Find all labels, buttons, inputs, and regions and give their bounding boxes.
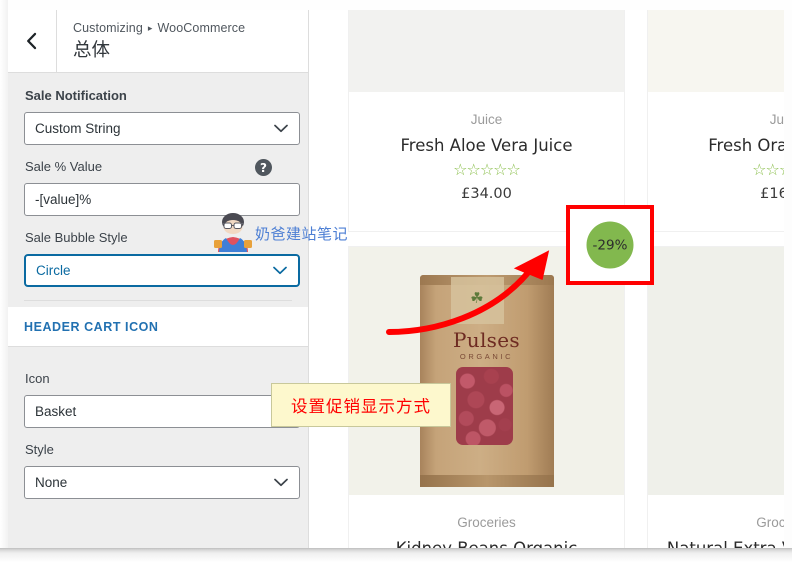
product-price: £34.00 [461,186,512,202]
chevron-left-icon [27,32,37,50]
product-category[interactable]: Juice [359,110,614,129]
product-category[interactable]: Groceries [658,513,784,532]
product-info: Juice Fresh Orange Juice ☆☆☆☆☆ £16.00 [648,92,784,231]
product-info: Groceries Kidney Beans Organic [349,495,624,548]
product-card[interactable]: OV MONO Groceries Natural Extra Virgin O… [647,246,784,548]
breadcrumb-separator-icon: ▸ [147,23,153,33]
breadcrumb-root: Customizing [73,21,143,35]
section-product-catalog: Sale Notification Custom String Sale % V… [8,73,308,307]
product-card[interactable]: Juice Fresh Orange Juice ☆☆☆☆☆ £16.00 [647,10,784,232]
chevron-down-icon [274,467,288,498]
product-name[interactable]: Natural Extra Virgin Olive Oil [658,536,784,548]
sale-badge: -29% [586,221,634,269]
product-category[interactable]: Groceries [359,513,614,532]
select-icon-value: Basket [35,404,77,419]
annotation-arrow-icon [386,250,550,335]
back-button[interactable] [8,10,57,72]
select-style-value: None [35,475,68,490]
select-sale-notification[interactable]: Custom String [24,112,300,145]
select-sale-notification-value: Custom String [35,121,121,136]
select-icon[interactable]: Basket [24,395,300,428]
product-info: Groceries Natural Extra Virgin Olive Oil [648,495,784,548]
avatar-icon [214,213,252,252]
breadcrumb: Customizing ▸ WooCommerce [73,19,308,37]
select-style[interactable]: None [24,466,300,499]
product-name[interactable]: Fresh Aloe Vera Juice [359,133,614,159]
section-header-cart-icon[interactable]: HEADER CART ICON [8,307,308,347]
product-name[interactable]: Fresh Orange Juice [658,133,784,159]
label-sale-percent-value: Sale % Value [25,159,103,174]
section-divider [24,300,292,301]
product-category[interactable]: Juice [658,110,784,129]
window-frame-left [0,0,8,562]
watermark-text: 奶爸建站笔记 [255,224,349,243]
panel-title-group: Customizing ▸ WooCommerce 总体 [57,10,308,72]
label-icon: Icon [25,371,50,386]
watermark: 奶爸建站笔记 [213,212,348,254]
select-sale-bubble-style-value: Circle [36,263,71,278]
sale-badge-highlight-box: -29% [566,205,654,285]
window-frame-top [0,0,792,10]
chevron-down-icon [273,256,287,285]
field-sale-percent-value: Sale % Value ? -[value]% [24,158,300,216]
field-sale-notification: Sale Notification Custom String [24,87,300,145]
app-screenshot: Customizing ▸ WooCommerce 总体 Sale Notifica… [0,0,792,562]
product-price: £16.00 [760,186,784,202]
bag-window-beans [455,367,513,445]
annotation-note: 设置促销显示方式 [271,383,451,427]
field-icon: Icon Basket [24,370,300,428]
page-title: 总体 [73,40,111,61]
customizer-sidebar: Customizing ▸ WooCommerce 总体 Sale Notifica… [8,10,309,552]
customizer-panel-header: Customizing ▸ WooCommerce 总体 [8,10,308,73]
product-row: Juice Fresh Aloe Vera Juice ☆☆☆☆☆ £34.00… [309,10,784,232]
product-image-juice-bottle [648,10,784,92]
field-style: Style None [24,441,300,499]
label-style: Style [25,442,54,457]
product-card[interactable]: Juice Fresh Aloe Vera Juice ☆☆☆☆☆ £34.00 [348,10,625,232]
help-icon[interactable]: ? [255,159,272,176]
product-rating-stars: ☆☆☆☆☆ [453,162,521,179]
input-sale-percent-value-text: -[value]% [35,192,92,207]
product-rating-stars: ☆☆☆☆☆ [752,162,784,179]
section-cart-icon-fields: Icon Basket Style None [8,347,308,509]
label-sale-notification: Sale Notification [25,88,127,103]
chevron-down-icon [274,113,288,144]
product-image-juice-bottles [349,10,624,92]
breadcrumb-parent: WooCommerce [157,21,246,35]
product-image-olive-oil: OV MONO [648,247,784,495]
window-frame-bottom [0,548,792,562]
select-sale-bubble-style[interactable]: Circle [24,254,300,287]
product-name[interactable]: Kidney Beans Organic [359,536,614,548]
